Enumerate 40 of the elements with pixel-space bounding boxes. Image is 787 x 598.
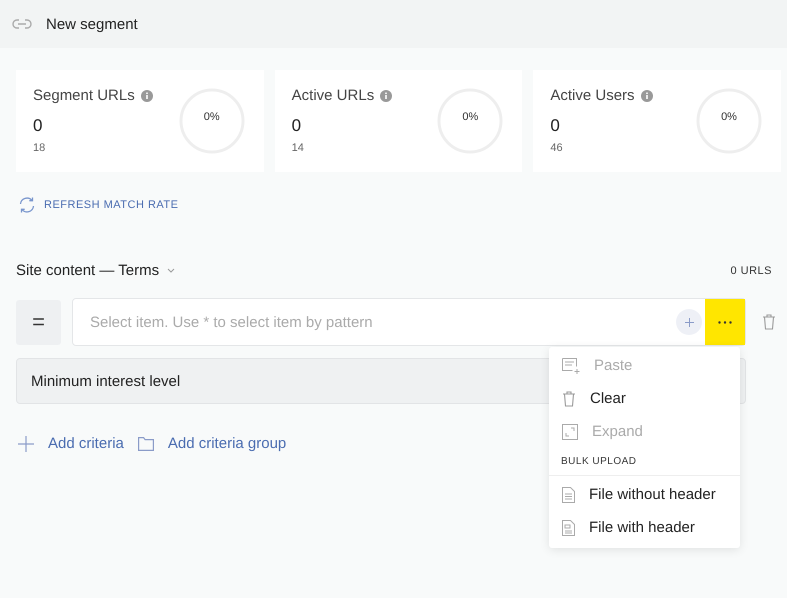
menu-item[interactable]: File without header bbox=[549, 478, 740, 511]
metric-label: Active URLs bbox=[292, 87, 374, 104]
menu-heading: BULK UPLOAD bbox=[549, 448, 740, 476]
metric-total: 14 bbox=[292, 142, 305, 154]
link-icon bbox=[12, 19, 32, 29]
document-icon bbox=[562, 486, 575, 502]
more-icon bbox=[718, 320, 732, 324]
metric-value: 0 bbox=[33, 116, 44, 136]
item-input-field[interactable]: Select item. Use * to select item by pattern bbox=[72, 298, 746, 346]
url-count: 0 URLS bbox=[730, 264, 772, 276]
operator-button[interactable]: = bbox=[16, 300, 61, 344]
percent-label: 0% bbox=[720, 111, 738, 123]
trash-icon[interactable] bbox=[762, 314, 776, 330]
interest-label: Minimum interest level bbox=[31, 372, 180, 390]
paste-icon bbox=[562, 358, 580, 374]
refresh-icon bbox=[18, 196, 36, 214]
metric-value: 0 bbox=[292, 116, 302, 136]
menu-item[interactable]: File with header bbox=[549, 511, 740, 544]
document-icon bbox=[562, 520, 575, 536]
page-title: New segment bbox=[46, 16, 138, 32]
refresh-button[interactable]: REFRESH MATCH RATE bbox=[18, 196, 178, 214]
chevron-icon bbox=[167, 268, 176, 273]
metric-total: 18 bbox=[33, 142, 46, 154]
metric-value: 0 bbox=[550, 116, 561, 136]
info-icon bbox=[640, 90, 653, 102]
metric-label: Active Users bbox=[550, 87, 635, 104]
plus-icon bbox=[18, 436, 34, 452]
plus-icon bbox=[684, 318, 694, 326]
metric-total: 46 bbox=[550, 142, 564, 154]
percent-label: 0% bbox=[461, 111, 480, 123]
expand-icon bbox=[562, 424, 578, 440]
section-dropdown[interactable]: Site content — Terms bbox=[16, 262, 176, 279]
info-icon bbox=[140, 90, 153, 102]
trash-icon bbox=[562, 390, 576, 406]
metric-label: Segment URLs bbox=[33, 87, 135, 104]
info-icon bbox=[380, 90, 392, 102]
folder-icon bbox=[138, 436, 154, 450]
percent-label: 0% bbox=[202, 111, 221, 123]
add-criteria-link[interactable]: Add criteria bbox=[18, 435, 124, 452]
add-criteria-link[interactable]: Add criteria group bbox=[138, 435, 286, 452]
